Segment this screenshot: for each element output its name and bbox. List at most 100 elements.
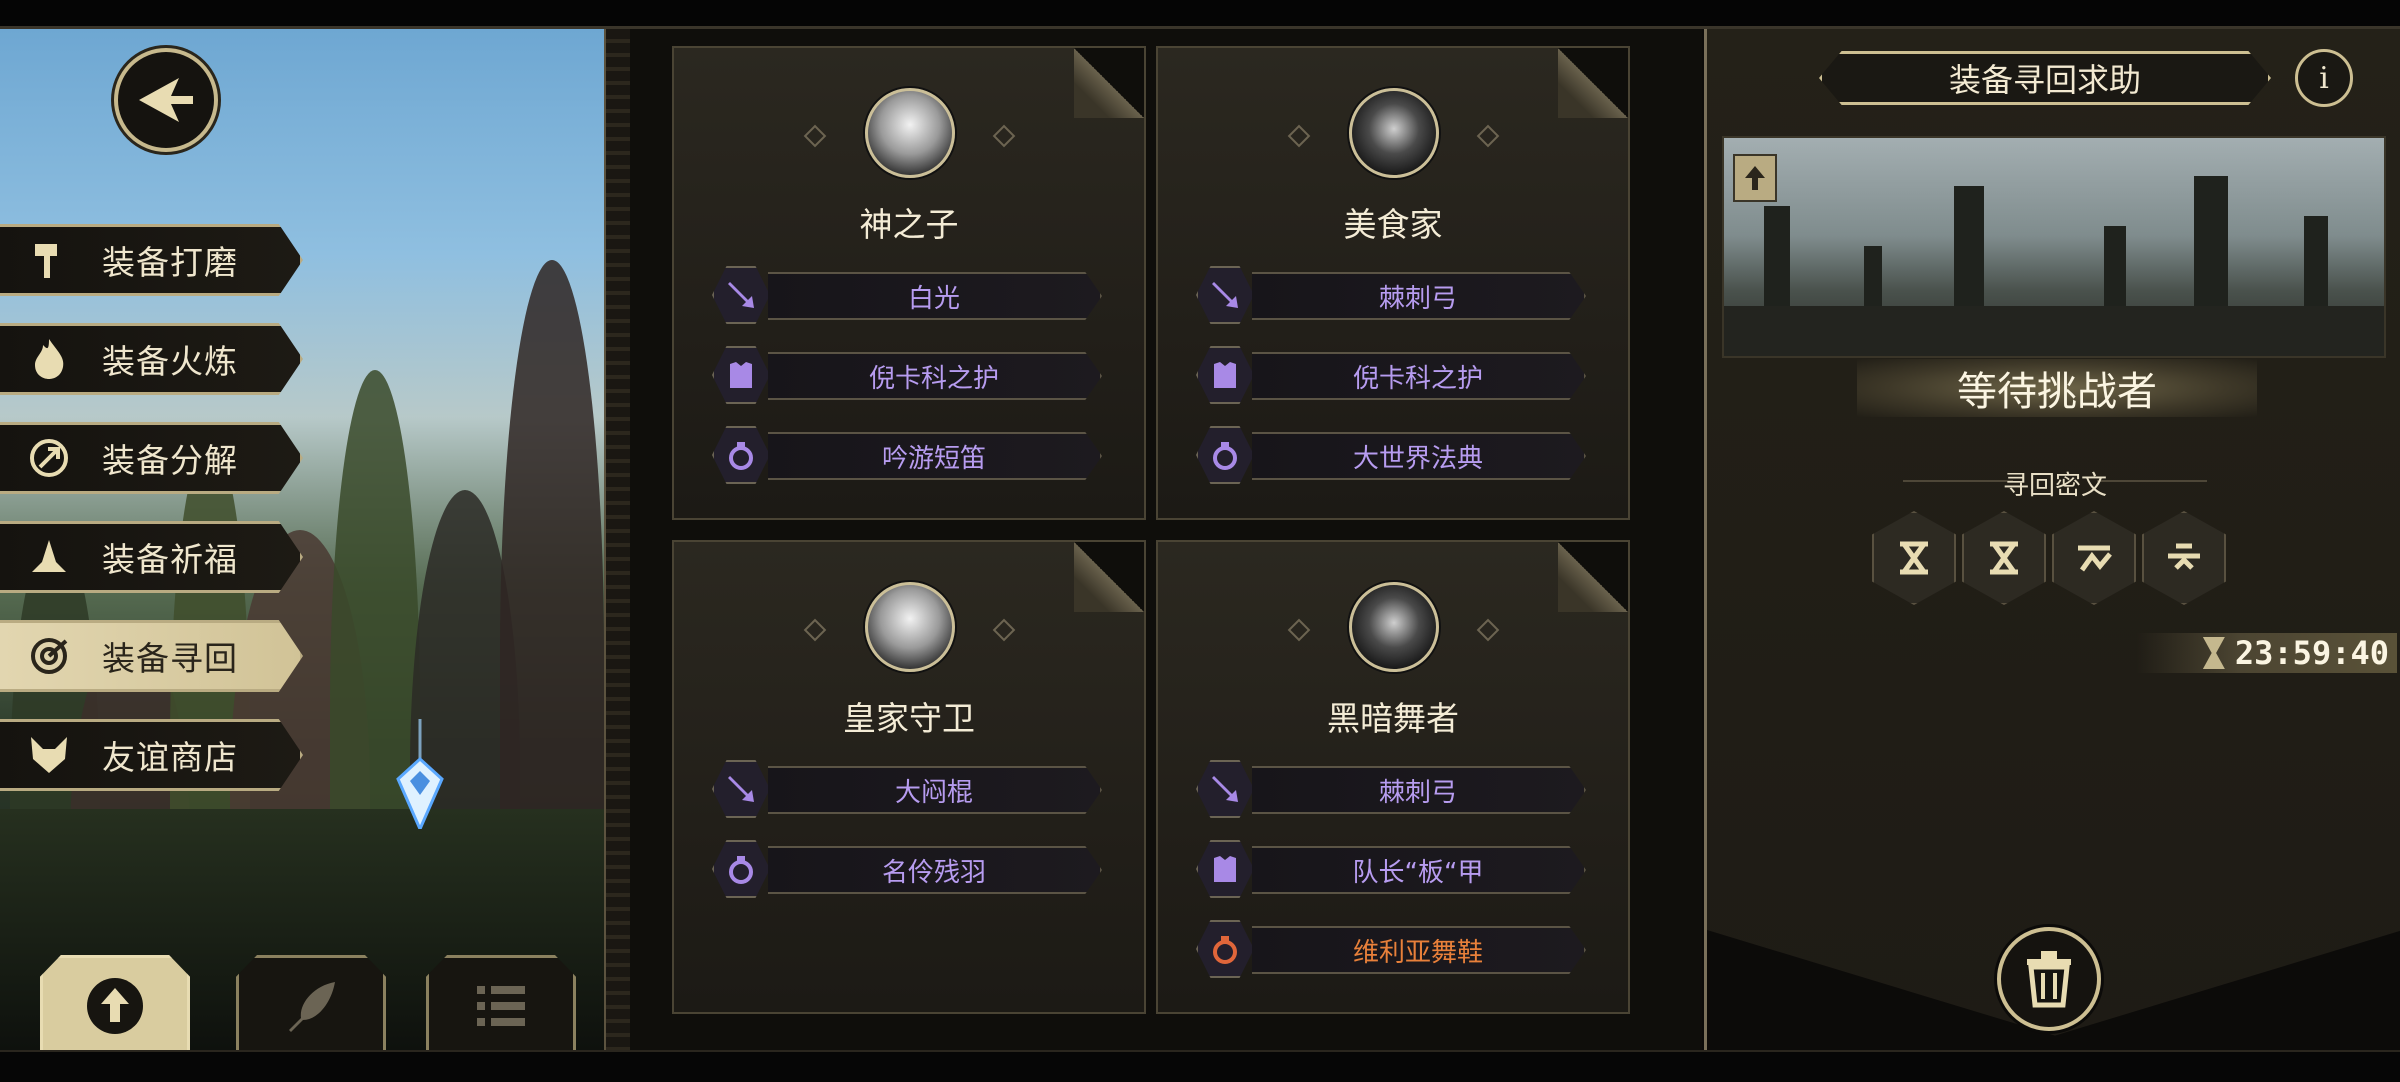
tab-list[interactable]	[426, 955, 576, 1054]
character-avatar	[1349, 582, 1439, 672]
retrieve-help-panel: 装备寻回求助 i 等待挑战者 寻回密文 23:59:40	[1704, 29, 2400, 1050]
ring-icon	[712, 840, 770, 898]
retrieve-icon	[22, 629, 76, 683]
character-name: 神之子	[859, 205, 959, 244]
timer-text: 23:59:40	[2234, 634, 2389, 672]
menu-item-label: 装备打磨	[102, 243, 238, 282]
equipment-slot-weapon[interactable]: 棘刺弓	[1196, 760, 1588, 818]
feather-icon	[289, 982, 335, 1032]
status-banner: 等待挑战者	[1857, 359, 2257, 417]
menu-item-label: 装备火炼	[102, 342, 238, 381]
diamond-ornament	[803, 618, 827, 642]
rune-cross-icon	[2142, 511, 2226, 605]
menu-item-refine[interactable]: 装备火炼	[0, 323, 303, 395]
character-name: 美食家	[1343, 205, 1443, 244]
character-card[interactable]: 神之子 白光 倪卡科之护 吟游短笛	[672, 46, 1146, 520]
character-card[interactable]: 皇家守卫 大闷棍 名伶残羽	[672, 540, 1146, 1014]
menu-item-retrieve[interactable]: 装备寻回	[0, 620, 303, 692]
fox-icon	[22, 728, 76, 782]
trash-icon	[2027, 951, 2071, 1008]
hourglass-icon	[2202, 637, 2225, 669]
sword-icon	[1196, 760, 1254, 818]
armor-icon	[1196, 840, 1254, 898]
stage-preview-image	[1722, 136, 2386, 358]
rune-x-icon	[1962, 511, 2046, 605]
page-fold	[1074, 48, 1144, 118]
character-name: 皇家守卫	[843, 699, 975, 738]
tab-feather[interactable]	[236, 955, 386, 1054]
diamond-ornament	[1476, 124, 1500, 148]
ring-icon	[1196, 426, 1254, 484]
diamond-ornament	[992, 618, 1016, 642]
top-bar	[0, 0, 2400, 29]
info-button[interactable]: i	[2295, 49, 2353, 107]
equipment-name: 维利亚舞鞋	[1352, 937, 1483, 968]
equipment-slot-accessory[interactable]: 维利亚舞鞋	[1196, 920, 1588, 978]
diamond-ornament	[1476, 618, 1500, 642]
diamond-ornament	[1287, 618, 1311, 642]
equipment-name: 倪卡科之护	[868, 363, 999, 394]
flame-icon	[22, 332, 76, 386]
rune-wave-icon	[2052, 511, 2136, 605]
menu-item-disassemble[interactable]: 装备分解	[0, 422, 303, 494]
rune-x-icon	[1872, 511, 1956, 605]
equipment-slot-weapon[interactable]: 大闷棍	[712, 760, 1104, 818]
character-card[interactable]: 黑暗舞者 棘刺弓 队长“板“甲 维利亚舞鞋	[1156, 540, 1630, 1014]
character-avatar	[1349, 88, 1439, 178]
side-menu: 装备打磨 装备火炼 装备分解 装备祈福 装备寻回 友谊商店	[0, 224, 306, 818]
equipment-name: 棘刺弓	[1378, 777, 1457, 808]
cipher-label: 寻回密文	[2002, 471, 2107, 501]
character-avatar	[865, 88, 955, 178]
equipment-slot-armor[interactable]: 倪卡科之护	[712, 346, 1104, 404]
armor-icon	[1196, 346, 1254, 404]
equipment-name: 大世界法典	[1352, 443, 1483, 474]
back-arrow-icon	[139, 78, 193, 122]
equipment-name: 吟游短笛	[881, 443, 986, 474]
up-arrow-icon	[1733, 154, 1777, 202]
menu-item-bless[interactable]: 装备祈福	[0, 521, 303, 593]
character-card[interactable]: 美食家 棘刺弓 倪卡科之护 大世界法典	[1156, 46, 1630, 520]
menu-item-label: 装备寻回	[102, 639, 238, 678]
page-fold	[1558, 48, 1628, 118]
menu-item-label: 友谊商店	[102, 738, 238, 777]
disassemble-icon	[22, 431, 76, 485]
diamond-ornament	[1287, 124, 1311, 148]
equipment-slot-weapon[interactable]: 棘刺弓	[1196, 266, 1588, 324]
tab-upload[interactable]	[40, 955, 190, 1054]
equipment-slot-accessory[interactable]: 大世界法典	[1196, 426, 1588, 484]
equipment-name: 白光	[907, 283, 960, 314]
back-button[interactable]	[114, 48, 218, 152]
hammer-icon	[22, 233, 76, 287]
equipment-slot-armor[interactable]: 倪卡科之护	[1196, 346, 1588, 404]
list-icon	[477, 986, 525, 1026]
bottom-bar	[0, 1050, 2400, 1082]
equipment-name: 队长“板“甲	[1352, 857, 1484, 888]
armor-icon	[712, 346, 770, 404]
menu-item-label: 装备祈福	[102, 540, 238, 579]
equipment-name: 大闷棍	[894, 777, 973, 808]
pray-icon	[22, 530, 76, 584]
location-marker-icon[interactable]	[392, 719, 448, 829]
diamond-ornament	[803, 124, 827, 148]
equipment-slot-weapon[interactable]: 白光	[712, 266, 1104, 324]
ring-icon	[1196, 920, 1254, 978]
delete-button[interactable]	[1997, 927, 2101, 1031]
ring-icon	[712, 426, 770, 484]
equipment-slot-accessory[interactable]: 吟游短笛	[712, 426, 1104, 484]
menu-item-shop[interactable]: 友谊商店	[0, 719, 303, 791]
equipment-name: 倪卡科之护	[1352, 363, 1483, 394]
countdown-timer: 23:59:40	[2137, 633, 2397, 673]
menu-item-label: 装备分解	[102, 441, 238, 480]
panel-title: 装备寻回求助	[1819, 51, 2271, 105]
character-avatar	[865, 582, 955, 672]
sword-icon	[1196, 266, 1254, 324]
equipment-name: 棘刺弓	[1378, 283, 1457, 314]
upload-icon	[87, 978, 143, 1034]
equipment-name: 名伶残羽	[881, 857, 986, 888]
page-fold	[1558, 542, 1628, 612]
sword-icon	[712, 760, 770, 818]
diamond-ornament	[992, 124, 1016, 148]
equipment-slot-armor[interactable]: 队长“板“甲	[1196, 840, 1588, 898]
equipment-slot-accessory[interactable]: 名伶残羽	[712, 840, 1104, 898]
menu-item-polish[interactable]: 装备打磨	[0, 224, 303, 296]
